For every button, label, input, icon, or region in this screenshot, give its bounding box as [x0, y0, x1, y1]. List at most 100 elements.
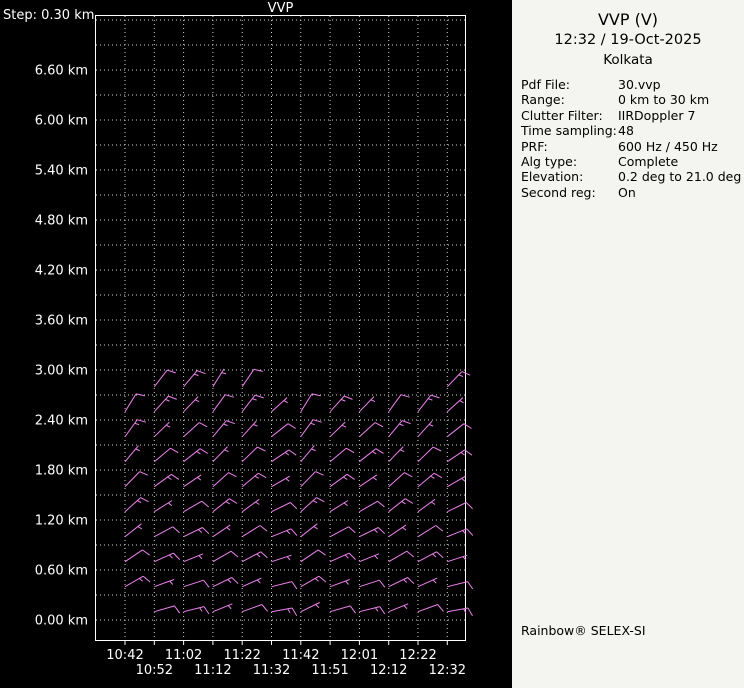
- wind-barb: [300, 471, 324, 488]
- step-label: Step: 0.30 km: [3, 8, 95, 23]
- wind-barb: [417, 498, 436, 513]
- wind-barb: [388, 472, 413, 488]
- wind-barb: [212, 420, 236, 438]
- x-axis-label: 10:52: [136, 663, 173, 678]
- vvp-time-height-plot: 6.60 km 6.00 km 5.40 km 4.80 km 4.20 km 3.60 …: [35, 15, 474, 678]
- x-axis-label: 11:32: [253, 663, 290, 678]
- wind-barb: [388, 577, 415, 588]
- field-row-prf: PRF: 600 Hz / 450 Hz: [521, 139, 740, 154]
- field-label: Pdf File:: [521, 77, 570, 92]
- wind-barb: [446, 397, 464, 413]
- panel-title: VVP (V): [597, 10, 659, 29]
- wind-barb: [241, 420, 258, 438]
- wind-barb: [212, 368, 227, 387]
- wind-barb: [241, 368, 263, 387]
- wind-barb: [447, 581, 474, 590]
- wind-barb: [359, 553, 380, 563]
- field-label: PRF:: [521, 138, 548, 154]
- wind-barb: [359, 579, 386, 588]
- wind-barb: [212, 394, 235, 412]
- wind-barb: [124, 471, 149, 488]
- wind-barb: [212, 550, 239, 563]
- chart-title: VVP: [267, 1, 294, 16]
- wind-barb: [183, 527, 210, 538]
- y-axis-label: 6.00 km: [35, 114, 88, 129]
- field-row-second-reg: Second reg: On: [521, 185, 740, 200]
- wind-barb: [241, 525, 268, 538]
- wind-barb: [153, 395, 177, 413]
- x-axis-label: 11:51: [311, 663, 348, 678]
- plot-frame: [95, 15, 466, 641]
- wind-barb: [212, 577, 239, 588]
- wind-barb: [388, 524, 407, 538]
- wind-barb: [359, 396, 376, 413]
- x-axis-label: 12:12: [370, 663, 407, 678]
- wind-barb: [359, 448, 384, 463]
- wind-barb: [329, 473, 355, 488]
- wind-barb: [183, 553, 204, 563]
- wind-barb: [241, 446, 266, 463]
- wind-barb: [124, 549, 150, 563]
- wind-barb: [124, 523, 143, 538]
- wind-barb: [388, 394, 410, 412]
- wind-barb: [271, 528, 298, 538]
- wind-barb: [124, 393, 146, 412]
- panel-datetime: 12:32 / 19-Oct-2025: [554, 32, 702, 48]
- field-row-pdf-file: Pdf File: 30.vvp: [521, 77, 740, 92]
- wind-barb: [447, 449, 473, 463]
- wind-barb: [153, 369, 176, 388]
- field-row-elevation: Elevation: 0.2 deg to 21.0 deg: [521, 169, 741, 184]
- x-axis-label: 12:32: [429, 663, 466, 678]
- wind-barb: [271, 397, 288, 413]
- wind-barb: [183, 448, 209, 463]
- y-axis-label: 3.60 km: [35, 314, 88, 329]
- wind-barb: [417, 525, 444, 538]
- wind-barb: [271, 554, 292, 563]
- wind-barb: [359, 474, 378, 488]
- wind-barb: [359, 422, 384, 438]
- y-axis-label: 4.80 km: [35, 214, 88, 229]
- wind-barb: [447, 502, 473, 513]
- y-axis-label: 3.00 km: [35, 364, 88, 379]
- wind-barb: [329, 579, 350, 588]
- x-axis-label: 10:42: [106, 648, 143, 663]
- wind-barb: [241, 472, 267, 488]
- x-axis-label: 12:01: [341, 648, 378, 663]
- panel-site: Kolkata: [603, 52, 653, 68]
- wind-barb: [300, 419, 322, 437]
- wind-barb: [271, 607, 298, 617]
- wind-barb: [300, 523, 318, 538]
- wind-barb: [447, 607, 473, 617]
- wind-barb: [300, 445, 316, 463]
- field-label: Range:: [521, 92, 565, 108]
- wind-barb: [329, 605, 357, 614]
- wind-barb: [271, 475, 290, 488]
- wind-barb: [183, 500, 210, 513]
- x-axis-label: 11:22: [223, 648, 260, 663]
- y-axis-label: 1.80 km: [35, 464, 88, 479]
- wind-barb: [124, 497, 149, 513]
- brand-footer: Rainbow® SELEX-SI: [521, 623, 646, 638]
- y-axis-label: 6.60 km: [35, 64, 88, 79]
- field-value: Complete: [618, 154, 679, 170]
- wind-barb: [271, 581, 298, 590]
- wind-barb: [329, 552, 356, 563]
- x-axis-label: 11:42: [282, 648, 319, 663]
- y-axis-label: 4.20 km: [35, 264, 88, 279]
- wind-barb: [183, 396, 200, 413]
- field-value: 600 Hz / 450 Hz: [618, 138, 718, 154]
- chart-area: 6.60 km 6.00 km 5.40 km 4.80 km 4.20 km 3.60 …: [0, 0, 512, 688]
- wind-barb: [447, 475, 466, 488]
- wind-barb: [271, 502, 298, 513]
- wind-barb: [212, 603, 233, 613]
- wind-barb: [241, 498, 260, 513]
- field-row-range: Range: 0 km to 30 km: [521, 92, 740, 107]
- wind-barb: [446, 423, 472, 438]
- wind-barb: [329, 526, 356, 538]
- vvp-window: 6.60 km 6.00 km 5.40 km 4.80 km 4.20 km 3.60 …: [0, 0, 744, 688]
- x-axis-label: 11:12: [194, 663, 231, 678]
- wind-barb: [183, 370, 206, 388]
- wind-barb: [124, 445, 140, 463]
- wind-barb: [388, 420, 411, 438]
- y-axis-label: 0.00 km: [35, 614, 88, 629]
